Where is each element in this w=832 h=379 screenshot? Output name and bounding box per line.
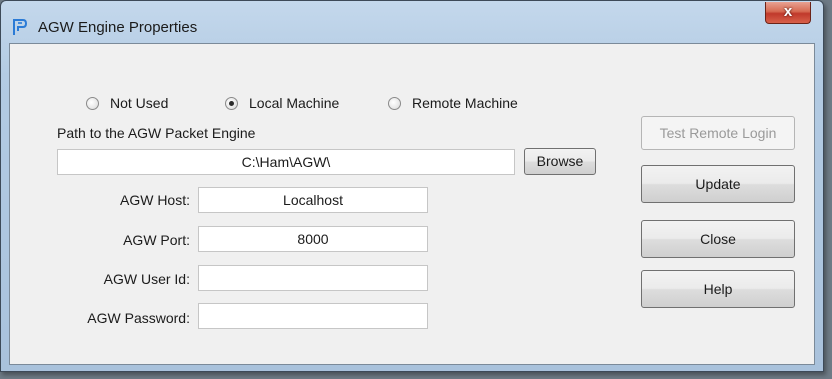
radio-local-machine-label: Local Machine [249,95,340,111]
radio-remote-machine[interactable]: Remote Machine [388,94,518,112]
agw-user-id-label: AGW User Id: [103,271,190,287]
agw-port-label: AGW Port: [123,232,190,248]
update-button[interactable]: Update [641,165,795,203]
agw-password-label: AGW Password: [87,310,190,326]
radio-circle-icon [388,96,401,110]
path-input[interactable]: C:\Ham\AGW\ [57,149,515,175]
close-window-button[interactable]: x [765,2,811,24]
close-button[interactable]: Close [641,220,795,258]
test-remote-login-button[interactable]: Test Remote Login [641,116,795,150]
window-title: AGW Engine Properties [38,19,198,36]
app-logo-icon [12,18,28,36]
path-label: Path to the AGW Packet Engine [57,125,256,141]
agw-port-input[interactable]: 8000 [198,226,428,252]
agw-engine-properties-window: AGW Engine Properties x Not Used Local M… [0,0,824,372]
agw-user-id-input[interactable] [198,265,428,291]
radio-circle-icon [86,96,99,110]
dialog-body: Not Used Local Machine Remote Machine Pa… [9,43,815,365]
radio-local-machine[interactable]: Local Machine [225,94,339,112]
title-bar[interactable]: AGW Engine Properties x [1,1,823,43]
radio-remote-machine-label: Remote Machine [412,95,518,111]
close-icon: x [783,3,793,20]
browse-button[interactable]: Browse [524,148,596,175]
help-button[interactable]: Help [641,270,795,308]
radio-checked-icon [225,96,238,110]
radio-not-used-label: Not Used [110,95,169,111]
agw-host-label: AGW Host: [119,192,190,208]
agw-password-input[interactable] [198,303,428,329]
agw-host-input[interactable]: Localhost [198,187,428,213]
radio-not-used[interactable]: Not Used [86,94,168,112]
